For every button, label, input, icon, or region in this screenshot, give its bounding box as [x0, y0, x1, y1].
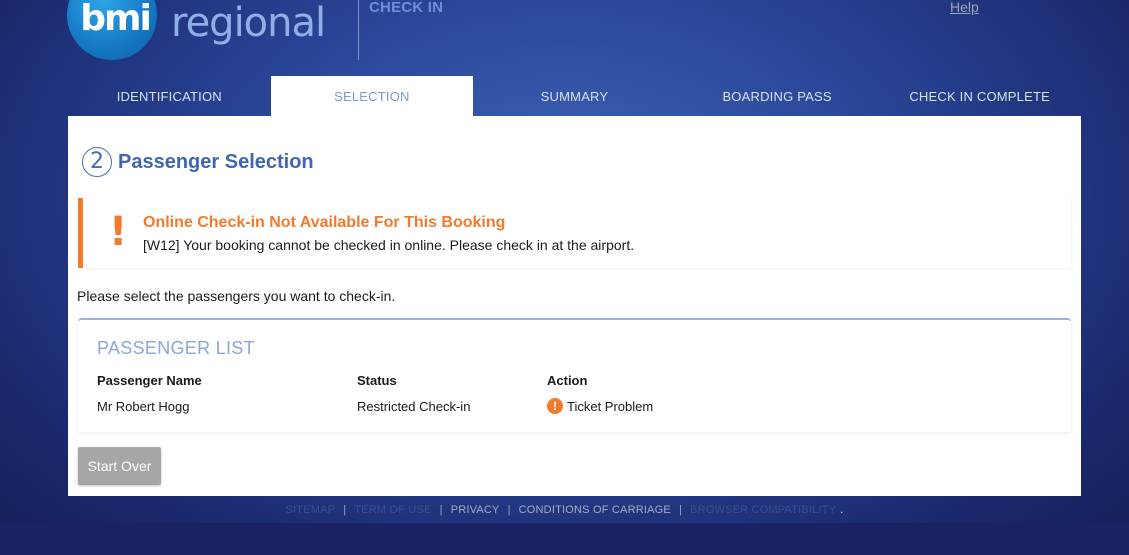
logo-regional-text: regional — [171, 0, 326, 46]
footer-link-sitemap[interactable]: SITEMAP — [286, 504, 336, 516]
progress-tabs: IDENTIFICATION SELECTION SUMMARY BOARDIN… — [68, 76, 1081, 116]
footer-separator: | — [507, 504, 511, 516]
footer-link-privacy[interactable]: PRIVACY — [451, 504, 500, 516]
start-over-button[interactable]: Start Over — [78, 447, 161, 485]
instruction-text: Please select the passengers you want to… — [77, 288, 396, 304]
tab-check-in-complete[interactable]: CHECK IN COMPLETE — [878, 76, 1081, 116]
tab-summary[interactable]: SUMMARY — [473, 76, 676, 116]
passenger-list-box: PASSENGER LIST Passenger Name Status Act… — [78, 318, 1071, 432]
exclamation-icon: ! — [109, 209, 128, 255]
footer-separator: | — [678, 504, 683, 516]
page-title: Passenger Selection — [118, 151, 314, 173]
tab-boarding-pass[interactable]: BOARDING PASS — [676, 76, 879, 116]
page-bottom-band — [0, 523, 1129, 555]
column-header-action: Action — [547, 373, 588, 388]
help-link[interactable]: Help — [950, 0, 979, 15]
bmi-regional-logo[interactable]: bmi regional — [67, 0, 357, 62]
warning-icon: ! — [547, 398, 563, 414]
step-number-badge: 2 — [82, 147, 112, 177]
tab-selection[interactable]: SELECTION — [270, 76, 474, 116]
footer-link-browser-compatibility[interactable]: BROWSER COMPATIBILITY — [690, 504, 836, 516]
footer-link-term-of-use[interactable]: TERM OF USE — [354, 504, 431, 516]
column-header-status: Status — [357, 373, 397, 388]
alert-box: ! Online Check-in Not Available For This… — [78, 198, 1071, 268]
footer-links: SITEMAP | TERM OF USE | PRIVACY | CONDITIONS O… — [0, 504, 1129, 516]
action-label: Ticket Problem — [567, 398, 654, 414]
logo-bmi-text: bmi — [80, 0, 152, 39]
passenger-list-title: PASSENGER LIST — [97, 338, 255, 358]
alert-title: Online Check-in Not Available For This B… — [143, 214, 506, 231]
footer-separator: | — [439, 504, 443, 516]
footer-trailing-dot: . — [840, 504, 844, 516]
section-title: CHECK IN — [369, 0, 444, 16]
passenger-name-cell: Mr Robert Hogg — [97, 399, 190, 414]
footer-separator: | — [343, 504, 347, 516]
tab-identification[interactable]: IDENTIFICATION — [68, 76, 271, 116]
footer-link-conditions-of-carriage[interactable]: CONDITIONS OF CARRIAGE — [519, 504, 671, 516]
main-panel: 2 Passenger Selection ! Online Check-in … — [68, 116, 1081, 496]
alert-message: [W12] Your booking cannot be checked in … — [143, 237, 635, 253]
header-divider — [358, 0, 359, 60]
column-header-passenger-name: Passenger Name — [97, 373, 202, 388]
ticket-problem-action[interactable]: ! Ticket Problem — [547, 398, 653, 414]
passenger-status-cell: Restricted Check-in — [357, 399, 471, 414]
